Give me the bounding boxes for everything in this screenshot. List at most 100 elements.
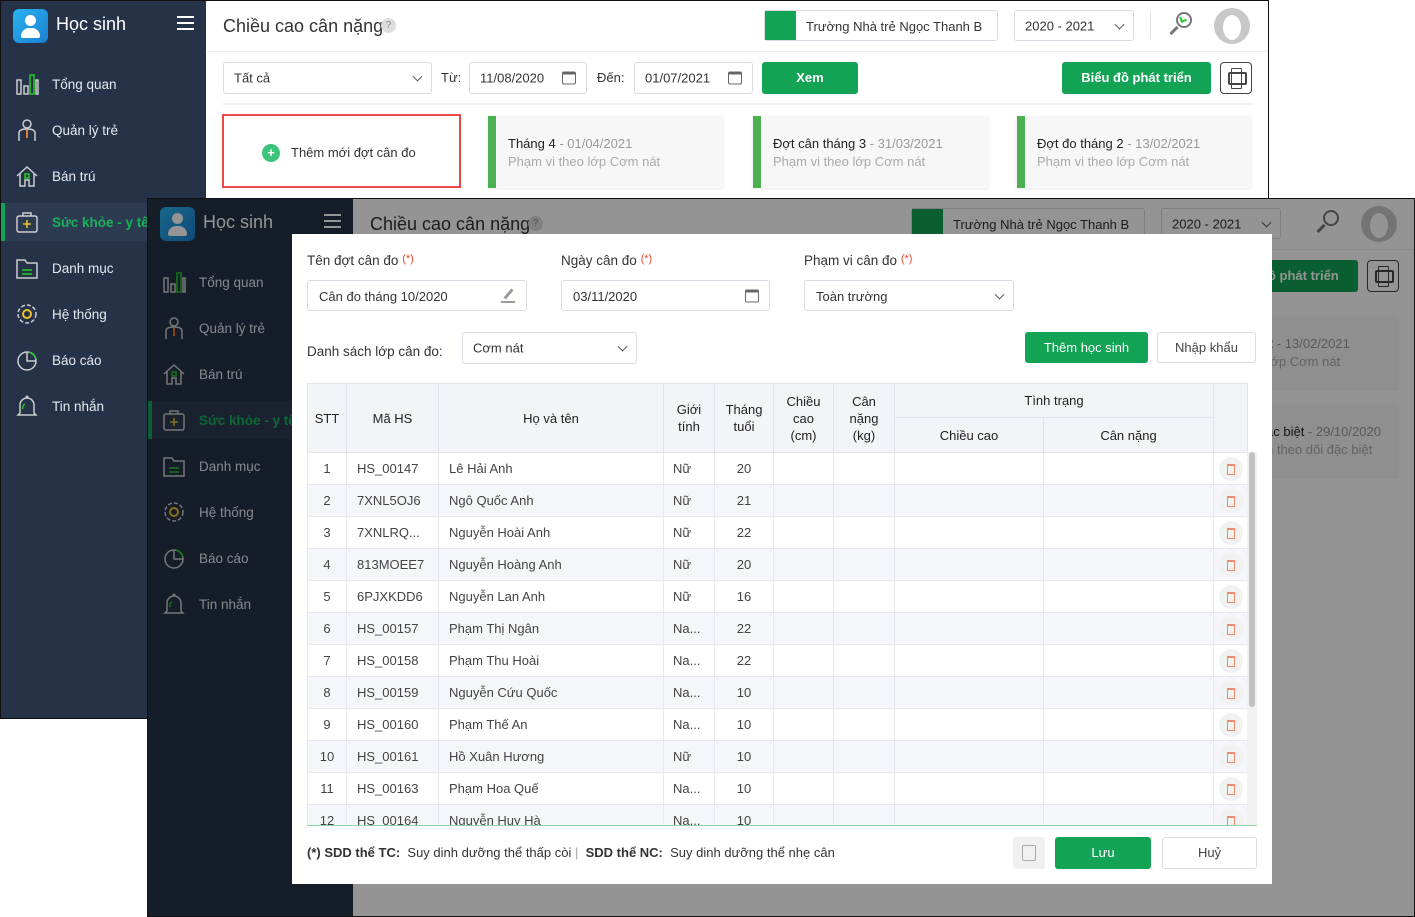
col-name: Họ và tên <box>438 383 664 453</box>
avatar[interactable] <box>1214 8 1250 44</box>
table-row[interactable]: 11 HS_00163 Phạm Hoa Quế Na... 10 <box>307 772 1249 805</box>
cell-height-input[interactable] <box>773 452 834 485</box>
table-row[interactable]: 7 HS_00158 Phạm Thu Hoài Na... 22 <box>307 644 1249 677</box>
scope-value: Toàn trường <box>816 289 888 304</box>
cell-height-input[interactable] <box>773 708 834 741</box>
from-date-input[interactable]: 11/08/2020 <box>469 62 587 94</box>
trash-icon[interactable] <box>1218 584 1243 609</box>
trash-icon[interactable] <box>1218 488 1243 513</box>
cancel-button[interactable]: Huỷ <box>1162 837 1257 869</box>
cell-height-input[interactable] <box>773 612 834 645</box>
cell-height-input[interactable] <box>773 484 834 517</box>
cell-weight-input[interactable] <box>833 804 895 825</box>
measurement-card[interactable]: Đợt đo tháng 2 - 13/02/2021 Phạm vi theo … <box>1017 116 1251 188</box>
trash-icon[interactable] <box>1218 744 1243 769</box>
growth-search-icon[interactable] <box>1168 12 1194 38</box>
note-separator: | <box>574 845 579 860</box>
cell-status-height <box>894 548 1044 581</box>
cell-height-input[interactable] <box>773 580 834 613</box>
trash-icon[interactable] <box>1218 712 1243 737</box>
col-gender: Giới tính <box>663 383 715 453</box>
table-row[interactable]: 1 HS_00147 Lê Hải Anh Nữ 20 <box>307 452 1249 485</box>
trash-icon[interactable] <box>1218 616 1243 641</box>
scope-select[interactable]: Toàn trường <box>804 280 1014 311</box>
col-status-height: Chiều cao <box>894 417 1044 453</box>
print-icon[interactable] <box>1220 62 1252 94</box>
save-button[interactable]: Lưu <box>1055 837 1151 869</box>
table-row[interactable]: 6 HS_00157 Phạm Thị Ngân Na... 22 <box>307 612 1249 645</box>
name-input[interactable]: Cân đo tháng 10/2020 <box>307 280 527 311</box>
menu-toggle-icon[interactable] <box>177 16 194 30</box>
add-measurement-card[interactable]: + Thêm mới đợt cân đo <box>222 114 461 188</box>
cell-status-weight <box>1042 772 1215 805</box>
year-select[interactable]: 2020 - 2021 <box>1014 10 1134 41</box>
cell-weight-input[interactable] <box>833 516 895 549</box>
cell-height-input[interactable] <box>773 676 834 709</box>
cell-weight-input[interactable] <box>833 484 895 517</box>
add-student-button[interactable]: Thêm học sinh <box>1025 332 1148 363</box>
table-row[interactable]: 12 HS_00164 Nguyễn Huy Hà Na... 10 <box>307 804 1249 825</box>
table-row[interactable]: 8 HS_00159 Nguyễn Cứu Quốc Na... 10 <box>307 676 1249 709</box>
scrollbar-thumb[interactable] <box>1249 452 1255 707</box>
class-label: Danh sách lớp cân đo: <box>307 344 443 359</box>
table-row[interactable]: 9 HS_00160 Phạm Thế An Na... 10 <box>307 708 1249 741</box>
view-button[interactable]: Xem <box>762 62 858 94</box>
cell-height-input[interactable] <box>773 516 834 549</box>
sidebar-item[interactable]: Bán trú <box>1 157 206 195</box>
table-row[interactable]: 5 6PJXKDD6 Nguyễn Lan Anh Nữ 16 <box>307 580 1249 613</box>
table-row[interactable]: 3 7XNLRQ... Nguyễn Hoài Anh Nữ 22 <box>307 516 1249 549</box>
cell-stt: 4 <box>307 548 347 581</box>
cell-height-input[interactable] <box>773 740 834 773</box>
cell-height-input[interactable] <box>773 548 834 581</box>
cell-months: 21 <box>714 484 774 517</box>
trash-icon[interactable] <box>1218 680 1243 705</box>
table-row[interactable]: 2 7XNL5OJ6 Ngô Quốc Anh Nữ 21 <box>307 484 1249 517</box>
sidebar-item[interactable]: Tổng quan <box>1 65 206 103</box>
trash-icon[interactable] <box>1218 808 1243 825</box>
trash-icon[interactable] <box>1218 456 1243 481</box>
import-button[interactable]: Nhập khẩu <box>1157 332 1256 363</box>
bell-icon <box>16 395 38 416</box>
delete-cell <box>1213 452 1249 485</box>
card-name: Tháng 4 <box>508 136 556 151</box>
cell-height-input[interactable] <box>773 772 834 805</box>
trash-icon[interactable] <box>1218 552 1243 577</box>
print-icon[interactable] <box>1013 837 1045 869</box>
cell-height-input[interactable] <box>773 804 834 825</box>
scope-select[interactable]: Tất cả <box>223 62 432 94</box>
cell-weight-input[interactable] <box>833 580 895 613</box>
to-date-input[interactable]: 01/07/2021 <box>634 62 753 94</box>
cell-weight-input[interactable] <box>833 772 895 805</box>
cell-weight-input[interactable] <box>833 740 895 773</box>
cell-weight-input[interactable] <box>833 452 895 485</box>
cell-weight-input[interactable] <box>833 548 895 581</box>
cell-months: 10 <box>714 740 774 773</box>
table-scrollbar[interactable] <box>1247 452 1257 825</box>
cell-weight-input[interactable] <box>833 644 895 677</box>
sidebar-item[interactable]: Quản lý trẻ <box>1 111 206 149</box>
delete-cell <box>1213 676 1249 709</box>
calendar-icon <box>562 71 576 85</box>
table-row[interactable]: 10 HS_00161 Hồ Xuân Hương Nữ 10 <box>307 740 1249 773</box>
cell-weight-input[interactable] <box>833 612 895 645</box>
chevron-down-icon <box>994 289 1005 300</box>
help-icon[interactable]: ? <box>381 18 396 33</box>
table-row[interactable]: 4 813MOEE7 Nguyễn Hoàng Anh Nữ 20 <box>307 548 1249 581</box>
class-select[interactable]: Cơm nát <box>462 332 637 364</box>
cell-height-input[interactable] <box>773 644 834 677</box>
measurement-card[interactable]: Đợt cân tháng 3 - 31/03/2021 Phạm vi theo… <box>753 116 988 188</box>
cell-status-weight <box>1042 644 1215 677</box>
date-input[interactable]: 03/11/2020 <box>561 280 770 311</box>
growth-chart-button[interactable]: Biểu đồ phát triển <box>1062 62 1211 94</box>
cell-name: Hồ Xuân Hương <box>438 740 664 773</box>
cell-gender: Na... <box>663 772 715 805</box>
trash-icon[interactable] <box>1218 520 1243 545</box>
trash-icon[interactable] <box>1218 648 1243 673</box>
school-selector[interactable]: Trường Nhà trẻ Ngọc Thanh B <box>764 10 998 41</box>
cell-weight-input[interactable] <box>833 708 895 741</box>
measurement-card[interactable]: Tháng 4 - 01/04/2021 Phạm vi theo lớp Cơm… <box>488 116 723 188</box>
trash-icon[interactable] <box>1218 776 1243 801</box>
divider <box>1150 11 1151 39</box>
date-value: 03/11/2020 <box>573 289 638 304</box>
cell-weight-input[interactable] <box>833 676 895 709</box>
